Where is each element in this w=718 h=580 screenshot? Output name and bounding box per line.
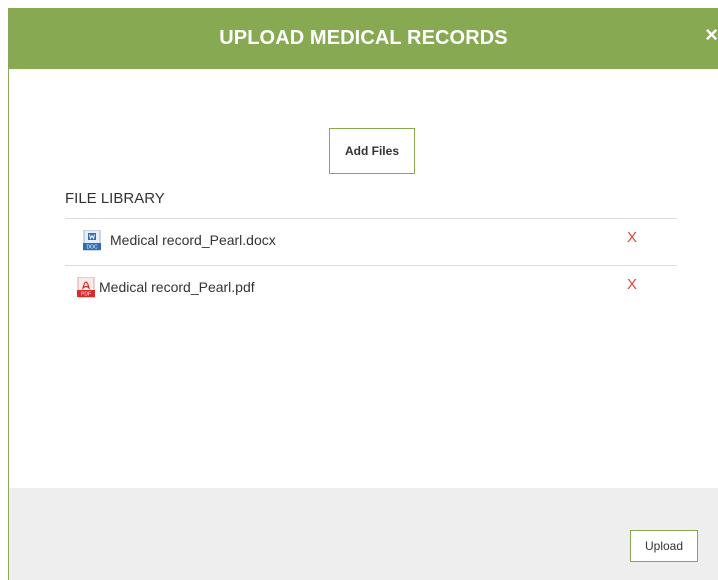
remove-file-button[interactable]: X [627, 229, 637, 246]
upload-dialog: UPLOAD MEDICAL RECORDS × Add Files FILE … [8, 8, 718, 580]
file-library-title: FILE LIBRARY [65, 190, 165, 207]
pdf-icon-text: PDF [81, 292, 91, 298]
dialog-footer: Upload [9, 488, 718, 580]
file-row: PDF Medical record_Pearl.pdf X [65, 265, 677, 312]
add-files-button[interactable]: Add Files [329, 128, 415, 174]
file-name: Medical record_Pearl.docx [110, 232, 276, 248]
file-name: Medical record_Pearl.pdf [99, 279, 255, 295]
pdf-file-icon: PDF [77, 276, 97, 299]
dialog-header: UPLOAD MEDICAL RECORDS × [9, 8, 718, 69]
file-row: DOC Medical record_Pearl.docx X [65, 218, 677, 265]
docx-icon-text: DOC [86, 245, 98, 251]
file-list: DOC Medical record_Pearl.docx X PDF Medi… [65, 218, 677, 312]
close-icon[interactable]: × [705, 24, 718, 46]
remove-file-button[interactable]: X [627, 276, 637, 293]
docx-file-icon: DOC [83, 229, 103, 252]
upload-button[interactable]: Upload [630, 530, 698, 562]
dialog-title: UPLOAD MEDICAL RECORDS [219, 27, 508, 49]
